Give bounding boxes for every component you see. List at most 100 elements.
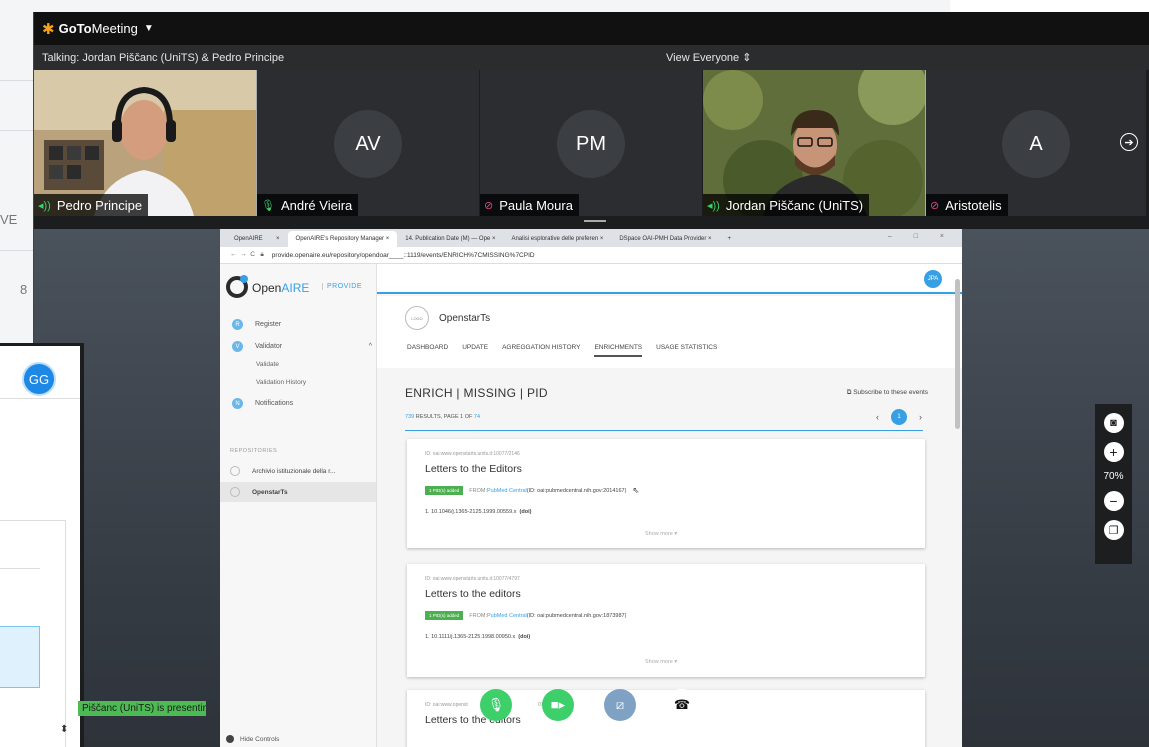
browser-nav-icon[interactable]: ← → C 🔒︎ bbox=[230, 251, 264, 259]
gotomeeting-titlebar[interactable]: ✱ GoToMeeting ▼ bbox=[34, 12, 1149, 45]
background-window-right bbox=[950, 0, 1149, 12]
show-more-link[interactable]: Show more ▾ bbox=[645, 531, 677, 537]
repository-tabs: DASHBOARD UPDATE AGREGGATION HISTORY ENR… bbox=[407, 344, 731, 357]
participant-avatar: AV bbox=[334, 110, 402, 178]
record-title[interactable]: Letters to the editors bbox=[425, 588, 521, 600]
page-button[interactable]: 1 bbox=[891, 409, 907, 425]
show-more-link[interactable]: Show more ▾ bbox=[645, 659, 677, 665]
tab-aggregation-history[interactable]: AGREGGATION HISTORY bbox=[502, 344, 580, 357]
register-icon: R bbox=[232, 319, 243, 330]
source-link[interactable]: PubMed Central bbox=[487, 488, 527, 494]
browser-tab[interactable]: OpenAIRE's Repository Manager × bbox=[287, 231, 398, 247]
select-arrows-icon[interactable]: ⬍ bbox=[60, 724, 68, 735]
participant-tile[interactable]: AV 🎙︎ André Vieira bbox=[257, 70, 480, 216]
leave-button[interactable]: ☎ bbox=[666, 689, 698, 721]
copy-icon[interactable]: ❐ bbox=[1103, 520, 1124, 540]
participant-avatar: A bbox=[1002, 110, 1070, 178]
repository-logo-icon bbox=[230, 487, 240, 497]
leave-label: Leave bbox=[668, 728, 696, 739]
zoom-in-icon[interactable]: + bbox=[1103, 442, 1124, 462]
microphone-icon: 🎙︎ bbox=[487, 697, 505, 712]
browser-tab[interactable]: OpenAIRE × bbox=[226, 231, 288, 247]
participant-tile[interactable]: ◂)) Pedro Principe bbox=[34, 70, 257, 216]
zoom-level: 70% bbox=[1103, 471, 1124, 482]
subscribe-button[interactable]: ⧉ Subscribe to these events bbox=[847, 389, 928, 397]
browser-tab[interactable]: Analisi esplorative delle preferen × bbox=[503, 231, 611, 247]
chevron-down-icon[interactable]: ▼ bbox=[144, 23, 154, 34]
divider bbox=[405, 430, 923, 431]
presenting-banner: Piščanc (UniTS) is presenting bbox=[78, 701, 206, 716]
scrollbar[interactable] bbox=[955, 279, 960, 429]
chevron-right-icon[interactable]: › bbox=[919, 412, 922, 422]
notifications-icon: N bbox=[232, 398, 243, 409]
participant-tile[interactable]: PM ⊘ Paula Moura bbox=[480, 70, 703, 216]
zoom-out-icon[interactable]: − bbox=[1103, 491, 1124, 511]
tab-dashboard[interactable]: DASHBOARD bbox=[407, 344, 448, 357]
event-card: ID: oai:www.openstarts.units.it:10077/47… bbox=[407, 564, 925, 677]
record-title[interactable]: Letters to the Editors bbox=[425, 463, 522, 475]
sidebar-item-register[interactable]: R Register bbox=[232, 319, 281, 330]
screen-share-view: OpenAIRE × OpenAIRE's Repository Manager… bbox=[34, 229, 1149, 747]
pid-row: 1 PID(s) added FROM: PubMed Central (ID:… bbox=[425, 486, 639, 495]
sidebar-repo-item[interactable]: Archivio istituzionale della r... bbox=[230, 466, 335, 476]
mic-button[interactable]: 🎙︎ bbox=[480, 689, 512, 721]
zoom-controls: ◙ + 70% − ❐ bbox=[1095, 404, 1132, 564]
camera-button[interactable]: ■▸ bbox=[542, 689, 574, 721]
record-id: ID: oai:www.openstarts.units.it:10077/21… bbox=[425, 451, 520, 457]
sidebar-item-notifications[interactable]: N Notifications bbox=[232, 398, 293, 409]
browser-address-bar[interactable]: ← → C 🔒︎ provide.openaire.eu/repository/… bbox=[220, 247, 962, 264]
results-summary: 739 RESULTS, PAGE 1 OF 74 bbox=[405, 414, 481, 420]
screen-button[interactable]: ⧄ bbox=[604, 689, 636, 721]
tab-usage-statistics[interactable]: USAGE STATISTICS bbox=[656, 344, 717, 357]
chevron-up-icon[interactable]: ^ bbox=[369, 343, 372, 350]
url-text[interactable]: provide.openaire.eu/repository/opendoar_… bbox=[272, 252, 535, 259]
camera-label: Camera bbox=[540, 728, 576, 739]
drag-handle-icon[interactable] bbox=[584, 220, 606, 222]
participant-tile[interactable]: A ⊘ Aristotelis ➔ bbox=[926, 70, 1146, 216]
microphone-muted-icon: ⊘ bbox=[484, 199, 494, 212]
panel-divider[interactable] bbox=[34, 217, 1149, 229]
hide-icon bbox=[226, 735, 234, 743]
validator-icon: V bbox=[232, 341, 243, 352]
screen-share-off-icon: ⧄ bbox=[615, 697, 625, 712]
user-avatar[interactable]: GG bbox=[22, 362, 56, 396]
sidebar-item-validation-history[interactable]: Validation History bbox=[256, 379, 306, 386]
participant-name-label: ⊘ Paula Moura bbox=[480, 194, 579, 216]
foreground-window-content: GG ⬍ bbox=[0, 346, 80, 747]
browser-tab[interactable]: DSpace OAI-PMH Data Provider × bbox=[611, 231, 719, 247]
repository-logo-icon bbox=[230, 466, 240, 476]
sidebar-item-validator[interactable]: V Validator ^ bbox=[232, 341, 372, 352]
participant-avatar: PM bbox=[557, 110, 625, 178]
openaire-logo[interactable]: OpenAIRE PROVIDE bbox=[226, 272, 362, 302]
pid-row: 1 PID(s) added FROM: PubMed Central (ID:… bbox=[425, 611, 626, 620]
screen-label: Screen bbox=[604, 728, 636, 739]
sidebar-repo-item-selected[interactable]: OpenstarTs bbox=[220, 482, 376, 502]
hide-controls-button[interactable]: Hide Controls bbox=[226, 735, 279, 743]
tab-enrichments[interactable]: ENRICHMENTS bbox=[594, 344, 643, 357]
tab-update[interactable]: UPDATE bbox=[462, 344, 488, 357]
user-avatar[interactable]: JPA bbox=[924, 270, 942, 288]
talking-bar: Talking: Jordan Piščanc (UniTS) & Pedro … bbox=[34, 45, 1149, 70]
gotomeeting-brand: GoToMeeting bbox=[58, 21, 138, 36]
gotomeeting-logo-icon: ✱ bbox=[42, 20, 55, 38]
event-card: ID: oai:www.openstarts.units.it:10077/21… bbox=[407, 439, 925, 548]
arrow-right-icon[interactable]: ➔ bbox=[1120, 133, 1138, 151]
source-link[interactable]: PubMed Central bbox=[487, 613, 527, 619]
view-everyone-selector[interactable]: View Everyone ⇕ bbox=[666, 51, 751, 64]
hang-up-icon: ☎ bbox=[673, 697, 691, 712]
browser-tab[interactable]: 14. Publication Date (M) — Ope × bbox=[397, 231, 503, 247]
chevron-left-icon[interactable]: ‹ bbox=[876, 412, 879, 422]
camera-snapshot-icon[interactable]: ◙ bbox=[1103, 413, 1124, 433]
sidebar-item-validate[interactable]: Validate bbox=[256, 361, 279, 368]
doi-entry: 1. 10.1046/j.1365-2125.1999.00559.x (doi… bbox=[425, 509, 532, 515]
repository-logo: LOGO bbox=[405, 306, 429, 330]
mic-label: Mic bbox=[488, 728, 504, 739]
new-tab-plus-icon[interactable]: + bbox=[720, 231, 740, 247]
browser-tab-strip: OpenAIRE × OpenAIRE's Repository Manager… bbox=[220, 229, 962, 247]
speaking-icon: ◂)) bbox=[38, 199, 51, 212]
page-title: ENRICH | MISSING | PID bbox=[405, 386, 548, 400]
window-controls[interactable]: – □ × bbox=[888, 233, 954, 240]
participant-tile[interactable]: ◂)) Jordan Piščanc (UniTS) bbox=[703, 70, 926, 216]
text-input[interactable] bbox=[0, 626, 40, 688]
participant-name-label: ◂)) Pedro Principe bbox=[34, 194, 149, 216]
